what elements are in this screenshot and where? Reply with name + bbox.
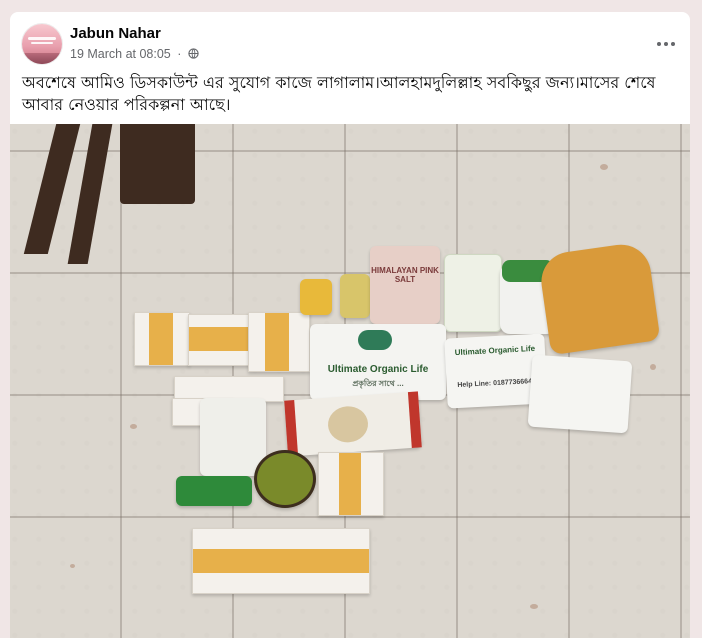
more-options-button[interactable] bbox=[652, 26, 680, 54]
avatar[interactable] bbox=[22, 24, 62, 64]
spice-jar bbox=[300, 279, 332, 315]
post-card: Jabun Nahar 19 March at 08:05 · অবশেষে আ… bbox=[10, 12, 690, 638]
spice-jar bbox=[340, 274, 370, 318]
himalayan-salt-pouch: HIMALAYAN PINK SALT bbox=[370, 246, 440, 324]
post-text: অবশেষে আমিও ডিসকাউন্ট এর সুযোগ কাজে লাগা… bbox=[22, 73, 656, 114]
product-box bbox=[188, 314, 250, 366]
organic-life-bag: Ultimate Organic Life প্রকৃতির সাথে ... bbox=[310, 324, 446, 400]
product-pack bbox=[527, 354, 633, 434]
mustard-bag bbox=[537, 240, 661, 356]
globe-icon[interactable] bbox=[188, 48, 199, 59]
product-box bbox=[248, 312, 310, 372]
post-header: Jabun Nahar 19 March at 08:05 · bbox=[10, 12, 690, 70]
more-options-icon bbox=[656, 31, 677, 50]
author-name[interactable]: Jabun Nahar bbox=[70, 25, 161, 42]
rice-pack bbox=[284, 391, 422, 457]
green-box bbox=[176, 476, 252, 506]
henna-tin bbox=[254, 450, 316, 508]
product-box bbox=[134, 312, 190, 366]
post-meta: 19 March at 08:05 · bbox=[70, 47, 199, 61]
post-photo[interactable]: HIMALAYAN PINK SALT Ultimate Organic Lif… bbox=[10, 124, 690, 638]
product-box bbox=[318, 452, 384, 516]
green-pouch bbox=[444, 254, 502, 332]
meta-separator: · bbox=[177, 47, 182, 61]
tea-pouch bbox=[200, 398, 266, 476]
product-box bbox=[192, 528, 370, 594]
post-timestamp[interactable]: 19 March at 08:05 bbox=[70, 47, 171, 61]
table-leg bbox=[120, 124, 195, 204]
